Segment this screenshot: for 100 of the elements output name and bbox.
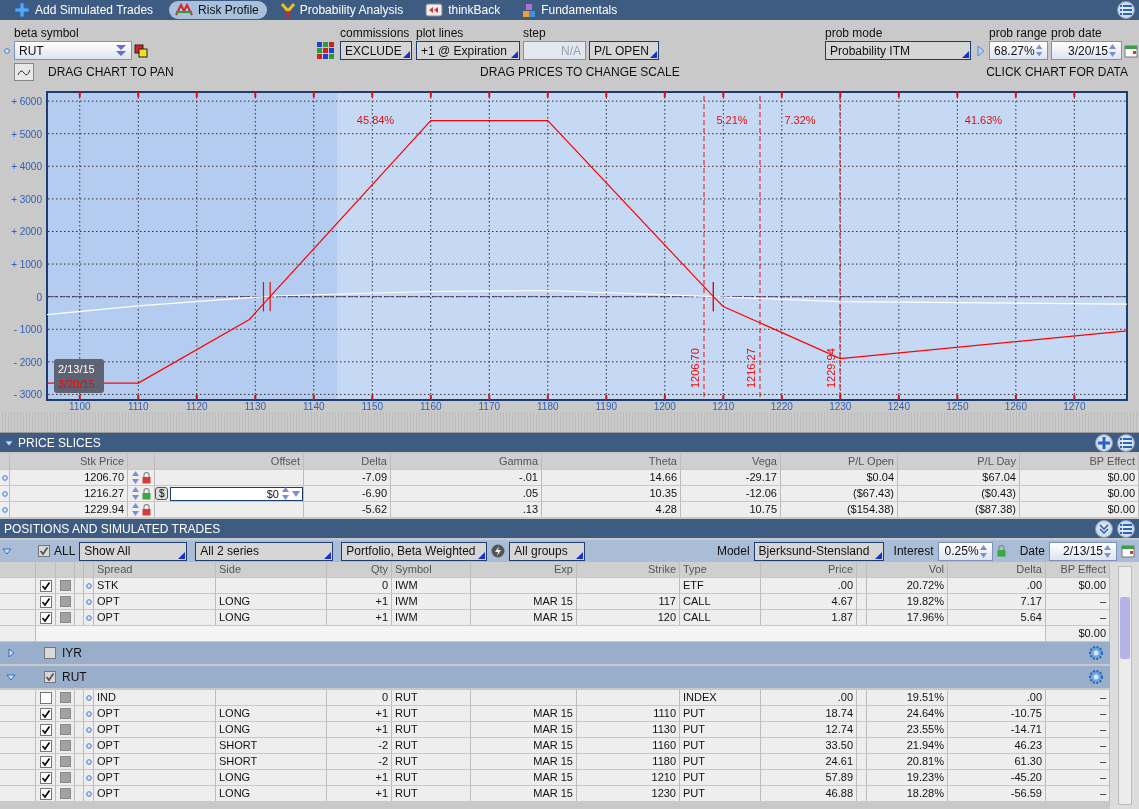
lock-icon[interactable]	[142, 487, 151, 500]
table-cell: IND	[94, 690, 216, 706]
collapse-icon[interactable]	[2, 546, 12, 556]
dropdown-arrows-icon[interactable]	[115, 43, 127, 58]
interest-field[interactable]: 0.25%	[937, 541, 993, 561]
prob-mode-dropdown[interactable]: Probability ITM	[825, 41, 971, 60]
column-header[interactable]: P/L Open	[781, 454, 898, 470]
column-header[interactable]: Price	[761, 562, 857, 578]
axis-label: 1200	[653, 401, 676, 412]
collapse-icon[interactable]	[6, 672, 16, 682]
tick-mark	[488, 395, 491, 400]
chart-type-button[interactable]	[14, 63, 34, 81]
plot-lines-dropdown[interactable]: +1 @ Expiration	[416, 41, 520, 60]
column-header[interactable]: Gamma	[391, 454, 542, 470]
column-header[interactable]: Vol	[867, 562, 948, 578]
column-header[interactable]: Qty	[327, 562, 392, 578]
column-header[interactable]: Delta	[304, 454, 391, 470]
prob-date-field[interactable]: 3/20/15	[1051, 41, 1122, 60]
column-header[interactable]: Offset	[155, 454, 304, 470]
menu-button[interactable]	[1117, 519, 1135, 538]
table-cell: RUT	[392, 690, 471, 706]
column-header[interactable]: Spread	[94, 562, 216, 578]
date-field[interactable]: 2/13/15	[1049, 541, 1117, 561]
column-header[interactable]: BP Effect	[1046, 562, 1110, 578]
tab[interactable]: thinkBack	[419, 1, 509, 19]
checkbox[interactable]	[39, 611, 52, 624]
tab[interactable]: Add Simulated Trades	[8, 1, 162, 19]
column-header[interactable]: Strike	[577, 562, 680, 578]
grid-icon[interactable]	[316, 41, 336, 59]
column-header[interactable]: Side	[216, 562, 327, 578]
column-header[interactable]: Type	[680, 562, 761, 578]
menu-button[interactable]	[1117, 433, 1135, 452]
checkbox[interactable]	[44, 647, 56, 659]
scrollbar[interactable]	[1110, 562, 1139, 809]
column-header[interactable]: Vega	[681, 454, 781, 470]
collapse-all-button[interactable]	[1095, 519, 1113, 538]
column-header[interactable]: BP Effect	[1020, 454, 1139, 470]
checkbox[interactable]	[38, 545, 50, 557]
table-cell: +1	[327, 594, 392, 610]
weighting-dropdown[interactable]: Portfolio, Beta Weighted	[341, 541, 488, 561]
slice-line[interactable]	[839, 95, 841, 399]
commissions-dropdown[interactable]: EXCLUDE	[340, 41, 412, 60]
checkbox[interactable]	[39, 723, 52, 736]
add-button[interactable]	[1095, 433, 1113, 452]
column-header[interactable]: Exp	[471, 562, 577, 578]
caret-icon[interactable]	[292, 490, 300, 497]
table-cell: OPT	[94, 770, 216, 786]
lock-icon[interactable]	[142, 503, 151, 516]
table-cell: -.01	[391, 470, 542, 486]
slice-line[interactable]	[703, 95, 705, 399]
checkbox[interactable]	[39, 595, 52, 608]
calendar-icon[interactable]	[1124, 43, 1138, 58]
checkbox[interactable]	[39, 771, 52, 784]
prob-range-field[interactable]: 68.27%	[989, 41, 1048, 60]
tick-mark	[605, 92, 608, 97]
column-header[interactable]: Symbol	[392, 562, 471, 578]
group-row[interactable]: IYR	[0, 642, 1110, 666]
checkbox[interactable]	[39, 579, 52, 592]
status-square	[59, 580, 71, 591]
tab[interactable]: Risk Profile	[169, 1, 267, 19]
collapse-icon[interactable]	[4, 437, 14, 448]
pl-mode-dropdown[interactable]: P/L OPEN	[589, 41, 659, 60]
symbol-field[interactable]: RUT	[14, 41, 132, 60]
group-row[interactable]: RUT	[0, 666, 1110, 690]
spinner-icon[interactable]	[281, 486, 290, 501]
column-header[interactable]: Delta	[948, 562, 1046, 578]
column-header[interactable]: Theta	[542, 454, 681, 470]
table-cell: INDEX	[680, 690, 761, 706]
offset-field[interactable]: $0	[170, 486, 303, 501]
checkbox[interactable]	[39, 707, 52, 720]
lightning-icon[interactable]	[491, 544, 506, 558]
currency-button[interactable]: $	[155, 487, 169, 500]
settings-icon[interactable]	[1088, 645, 1104, 661]
checkbox[interactable]	[39, 755, 52, 768]
column-header[interactable]: P/L Day	[898, 454, 1020, 470]
table-cell: 1180	[577, 754, 680, 770]
column-header[interactable]: Stk Price	[10, 454, 128, 470]
checkbox[interactable]	[39, 787, 52, 800]
groups-dropdown[interactable]: All groups	[509, 541, 586, 561]
table-cell: –	[1046, 610, 1110, 626]
model-dropdown[interactable]: Bjerksund-Stensland	[753, 541, 884, 561]
tab[interactable]: Probability Analysis	[274, 1, 412, 19]
expand-icon[interactable]	[6, 648, 16, 658]
tick-mark	[488, 92, 491, 97]
slice-line[interactable]	[759, 95, 761, 399]
show-dropdown[interactable]: Show All	[79, 541, 188, 561]
table-cell: ($154.38)	[781, 502, 898, 518]
table-cell: PUT	[680, 706, 761, 722]
lock-icon[interactable]	[142, 471, 151, 484]
table-cell: LONG	[216, 610, 327, 626]
menu-button[interactable]	[1117, 1, 1135, 19]
checkbox[interactable]	[39, 691, 52, 704]
table-cell: 10.75	[681, 502, 781, 518]
series-dropdown[interactable]: All 2 series	[195, 541, 334, 561]
color-squares-icon[interactable]	[134, 43, 148, 58]
settings-icon[interactable]	[1088, 669, 1104, 685]
checkbox[interactable]	[44, 671, 56, 683]
calendar-icon[interactable]	[1121, 544, 1135, 558]
checkbox[interactable]	[39, 739, 52, 752]
tab[interactable]: Fundamentals	[516, 1, 626, 19]
